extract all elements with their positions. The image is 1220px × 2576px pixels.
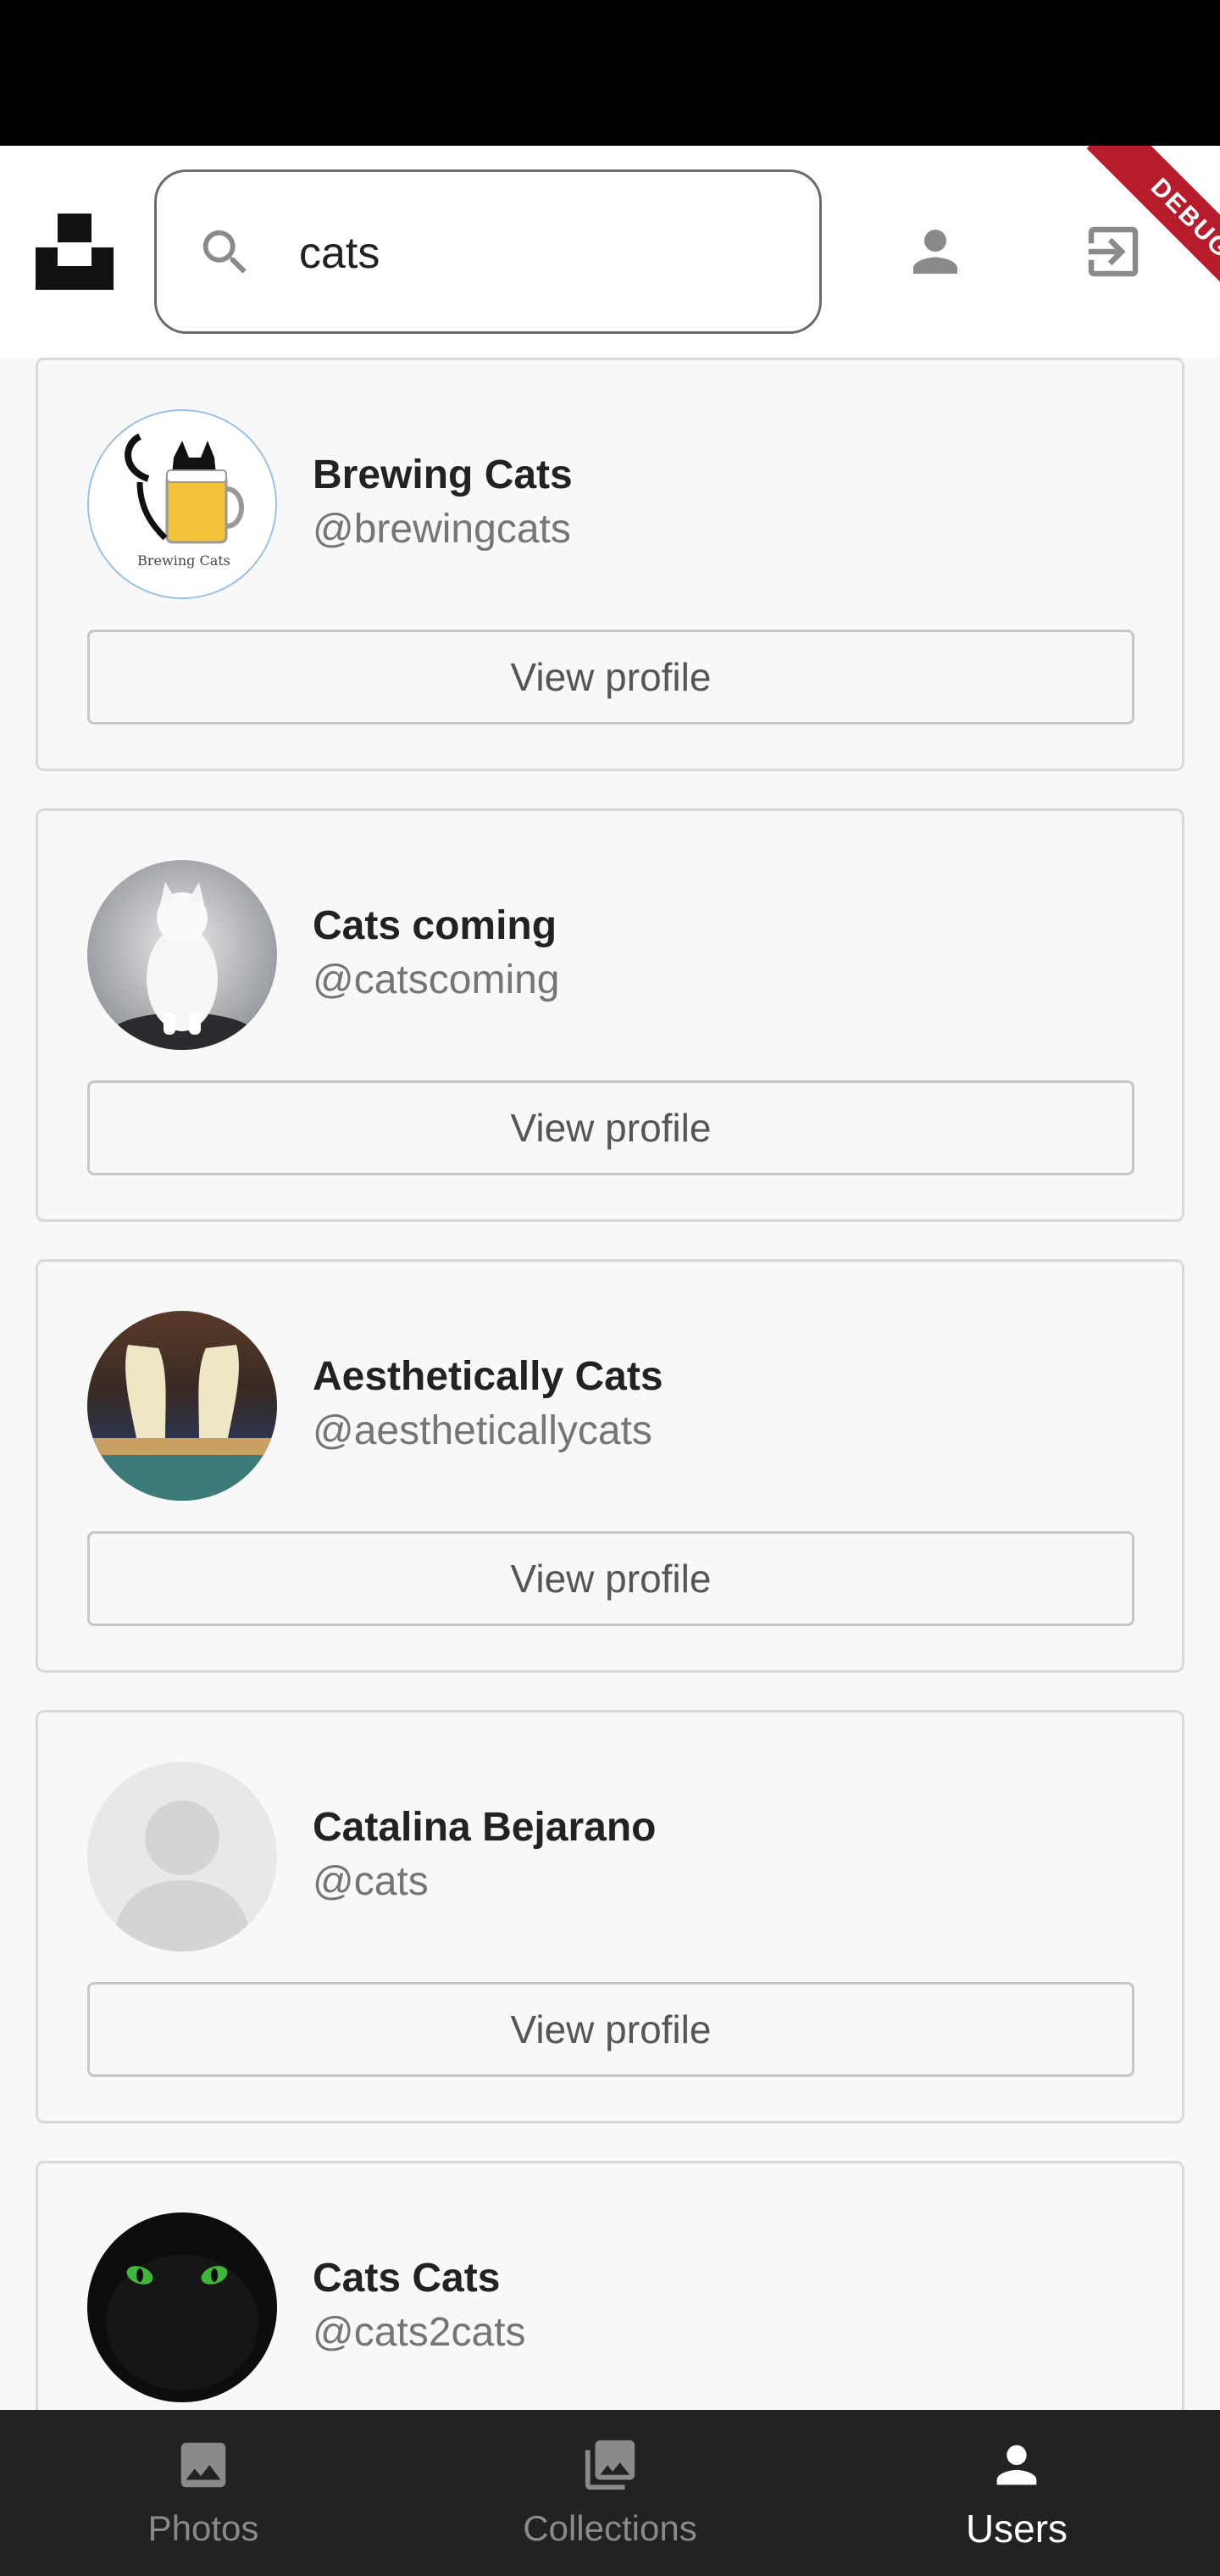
nav-label-users: Users [965, 2507, 1068, 2551]
nav-item-users[interactable]: Users [813, 2410, 1220, 2576]
view-profile-button[interactable]: View profile [87, 1982, 1134, 2077]
avatar: Brewing Cats [87, 409, 277, 599]
beer-cat-logo-icon: Brewing Cats [125, 433, 244, 569]
user-handle: @cats2cats [313, 2310, 526, 2355]
person-icon [996, 2445, 1037, 2485]
avatar [87, 2212, 277, 2402]
avatar [87, 860, 277, 1050]
user-name: Cats Cats [313, 2256, 501, 2301]
white-cat-photo [106, 882, 258, 1050]
view-profile-button[interactable]: View profile [87, 630, 1134, 724]
search-query-text: cats [299, 229, 380, 278]
user-name: Brewing Cats [313, 452, 573, 497]
user-name: Catalina Bejarano [313, 1805, 657, 1850]
search-icon [202, 230, 247, 274]
user-name: Cats coming [313, 903, 557, 948]
debug-banner: DEBUG [1034, 146, 1220, 315]
user-handle: @aestheticallycats [313, 1408, 652, 1453]
user-handle: @brewingcats [313, 507, 571, 552]
user-card: Cats coming @catscoming View profile [36, 808, 1184, 1222]
black-cat-photo [106, 2255, 258, 2390]
status-bar [0, 0, 1220, 146]
nav-label-photos: Photos [147, 2508, 259, 2548]
user-card: Brewing Cats Brewing Cats @brewingcats V… [36, 358, 1184, 771]
view-profile-button[interactable]: View profile [87, 1080, 1134, 1175]
avatar [87, 1762, 277, 1951]
user-name: Aesthetically Cats [313, 1354, 663, 1399]
avatar-brand-text: Brewing Cats [137, 552, 230, 569]
user-card: Aesthetically Cats @aestheticallycats Vi… [36, 1259, 1184, 1673]
search-input[interactable]: cats [154, 169, 822, 334]
user-handle: @cats [313, 1859, 429, 1904]
user-handle: @catscoming [313, 958, 560, 1002]
user-list[interactable]: Brewing Cats Brewing Cats @brewingcats V… [0, 358, 1220, 2410]
account-icon[interactable] [902, 219, 968, 285]
user-card: Cats Cats @cats2cats [36, 2161, 1184, 2410]
default-avatar-icon [113, 1801, 252, 1951]
debug-ribbon-label: DEBUG [1086, 146, 1220, 315]
nav-item-collections[interactable]: Collections [407, 2410, 813, 2576]
nav-label-collections: Collections [523, 2508, 697, 2548]
bottom-navigation: Photos Collections Users [0, 2410, 1220, 2576]
view-profile-button[interactable]: View profile [87, 1531, 1134, 1626]
avatar [87, 1311, 277, 1501]
unsplash-logo-icon[interactable] [36, 214, 114, 290]
socks-feet-photo [87, 1345, 277, 1501]
photo-icon [180, 2442, 226, 2488]
user-card: Catalina Bejarano @cats View profile [36, 1710, 1184, 2124]
nav-item-photos[interactable]: Photos [0, 2410, 407, 2576]
collections-icon [585, 2440, 635, 2490]
